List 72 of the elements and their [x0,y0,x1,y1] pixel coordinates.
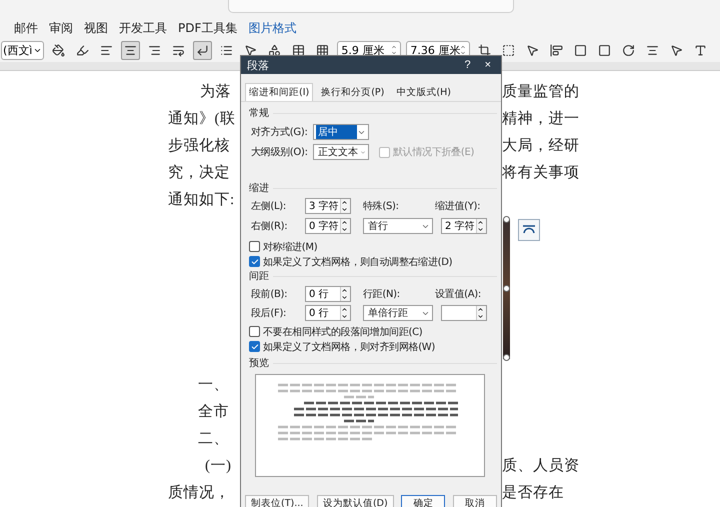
align-center-icon[interactable] [121,40,140,60]
document-text: 通知如下: [168,190,235,209]
document-text: 将有关事项 [502,164,580,182]
outline-level-select[interactable]: 正文文本 [313,144,369,160]
checkbox[interactable] [249,326,260,337]
font-dropdown[interactable]: (西文ì [1,40,44,60]
menu-tab[interactable]: 邮件 [14,20,38,36]
section-heading: 缩进 [249,182,269,195]
line-spacing-select[interactable]: 单倍行距 [363,305,433,321]
checkbox[interactable] [249,341,260,352]
document-text: 一、 [198,376,229,394]
section-heading: 预览 [249,357,269,370]
menu-tab[interactable]: 审阅 [49,20,73,36]
document-text: 质情况， [168,484,230,502]
field-label: 对齐方式(G): [250,126,309,139]
document-text: (一) [205,457,232,475]
photo-placeholder[interactable] [503,219,510,359]
document-text: 大局，经研 [502,136,580,155]
checkbox-label: 对称缩进(M) [263,240,318,254]
close-button[interactable]: × [480,59,495,71]
document-text: 全市 [198,402,229,421]
menu-tab[interactable]: 图片格式 [248,20,296,36]
indent-by-spinner[interactable]: 2 字符 [441,218,487,234]
document-text: 通知》(联 [168,110,236,128]
field-label: 大纲级别(O): [250,146,309,159]
dialog-title: 段落 [247,58,270,72]
field-label: 段前(B): [250,288,288,301]
dialog-button[interactable]: 制表位(T)... [245,495,310,507]
field-label: 右侧(R): [250,220,288,233]
document-text: 二、 [198,430,229,448]
space-before-spinner[interactable]: 0 行 [305,286,351,302]
section-heading: 常规 [249,106,269,120]
resize-handle[interactable] [503,285,510,292]
checkbox-label: 默认情况下折叠(E) [393,146,474,159]
dialog-button[interactable]: 设为默认值(D) [316,495,394,507]
document-text: 究，决定 [168,163,230,182]
checkbox-label: 如果定义了文档网格，则对齐到网格(W) [263,340,435,354]
help-button[interactable]: ? [460,59,475,71]
dialog-button[interactable]: 取消 [452,495,497,507]
menu-tab[interactable]: 视图 [84,20,108,36]
document-text: 质量监管的 [502,82,580,101]
field-label: 左侧(L): [250,200,287,213]
dialog-tab[interactable]: 中文版式(H) [392,83,455,101]
field-label: 行距(N): [362,288,401,301]
field-label: 缩进值(Y): [434,200,482,213]
field-label: 段后(F): [250,306,288,320]
document-text: 精神，进一 [502,110,580,128]
right-indent-spinner[interactable]: 0 字符 [305,218,351,234]
alignment-select[interactable]: 居中 [313,124,369,140]
document-text: 步强化核 [168,136,230,155]
special-indent-select[interactable]: 首行 [363,218,433,234]
document-text: 是否存在 [502,484,564,502]
resize-handle[interactable] [503,354,510,361]
menu-tab[interactable]: 开发工具 [119,20,167,36]
dialog-button[interactable]: 确定 [401,495,446,507]
document-text: 质、人员资 [502,456,580,475]
field-label: 设置值(A): [434,288,482,301]
menu-tab[interactable]: PDF工具集 [178,20,238,36]
checkbox[interactable] [249,256,260,267]
field-label: 特殊(S): [362,200,400,213]
layout-options-button[interactable] [518,219,540,241]
left-indent-spinner[interactable]: 3 字符 [305,198,351,214]
dialog-tab[interactable]: 缩进和间距(I) [245,83,314,101]
checkbox-label: 不要在相同样式的段落间增加间距(C) [263,326,422,338]
document-text: 为落 [200,82,231,101]
checkbox-label: 如果定义了文档网格，则自动调整右缩进(D) [263,256,452,268]
section-heading: 间距 [249,270,269,283]
checkbox[interactable] [249,241,260,252]
space-after-spinner[interactable]: 0 行 [305,305,351,321]
dialog-tab[interactable]: 换行和分页(P) [317,83,388,101]
resize-handle[interactable] [503,216,510,223]
arch-icon [522,225,536,235]
